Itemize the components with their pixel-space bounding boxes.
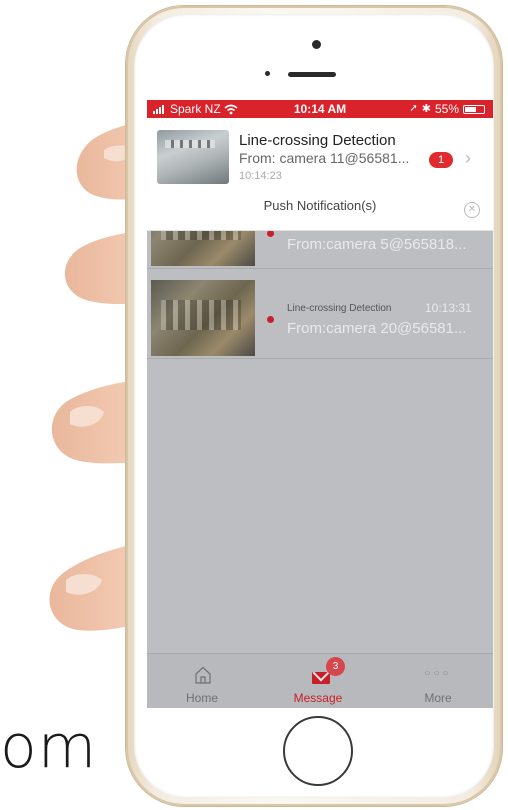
bluetooth-icon: ✱ [421, 103, 431, 115]
message-from: From:camera 5@565818... [287, 236, 467, 253]
envelope-icon [312, 672, 330, 684]
push-notification-label: Push Notification(s) [263, 198, 377, 213]
message-time: 10:13:31 [425, 301, 472, 315]
tab-more[interactable]: ○○○ More [383, 654, 493, 708]
more-dots-icon: ○○○ [424, 668, 452, 679]
message-title: Line-crossing Detection [287, 303, 392, 314]
chevron-right-icon[interactable]: › [465, 148, 471, 169]
tab-bar: Home 3 Message ○○○ More [147, 653, 493, 708]
status-bar: Spark NZ 10:14 AM ➚ ✱ 55% [147, 100, 493, 118]
app-screen: Spark NZ 10:14 AM ➚ ✱ 55% From:camera 5@… [147, 100, 493, 708]
notification-title: Line-crossing Detection [239, 132, 396, 149]
notification-snapshot [157, 130, 229, 184]
notification-from: From: camera 11@56581... [239, 150, 410, 166]
push-notification-banner[interactable]: Line-crossing Detection From: camera 11@… [147, 118, 493, 231]
message-row[interactable]: Line-crossing Detection 10:13:31 From:ca… [147, 278, 493, 359]
tab-message-label: Message [293, 691, 343, 705]
message-badge: 3 [326, 657, 345, 676]
status-right: ➚ ✱ 55% [409, 100, 485, 118]
tab-home-label: Home [185, 691, 218, 705]
location-icon: ➚ [409, 103, 418, 114]
phone-home-button[interactable] [283, 716, 353, 786]
camera-snapshot [151, 280, 255, 356]
unread-dot-icon [267, 230, 274, 237]
battery-percent: 55% [434, 102, 459, 116]
tab-more-label: More [424, 691, 452, 705]
tab-home[interactable]: Home [147, 654, 257, 708]
close-icon[interactable]: ✕ [464, 202, 480, 218]
notification-time: 10:14:23 [239, 170, 282, 182]
notification-badge: 1 [429, 152, 453, 168]
message-from: From:camera 20@56581... [287, 320, 467, 337]
unread-dot-icon [267, 316, 274, 323]
earpiece-speaker [288, 72, 336, 77]
home-icon [195, 666, 211, 684]
front-camera-icon [312, 40, 321, 49]
battery-icon [463, 104, 485, 114]
sensor-icon [265, 71, 270, 76]
tab-message[interactable]: 3 Message [263, 654, 373, 708]
